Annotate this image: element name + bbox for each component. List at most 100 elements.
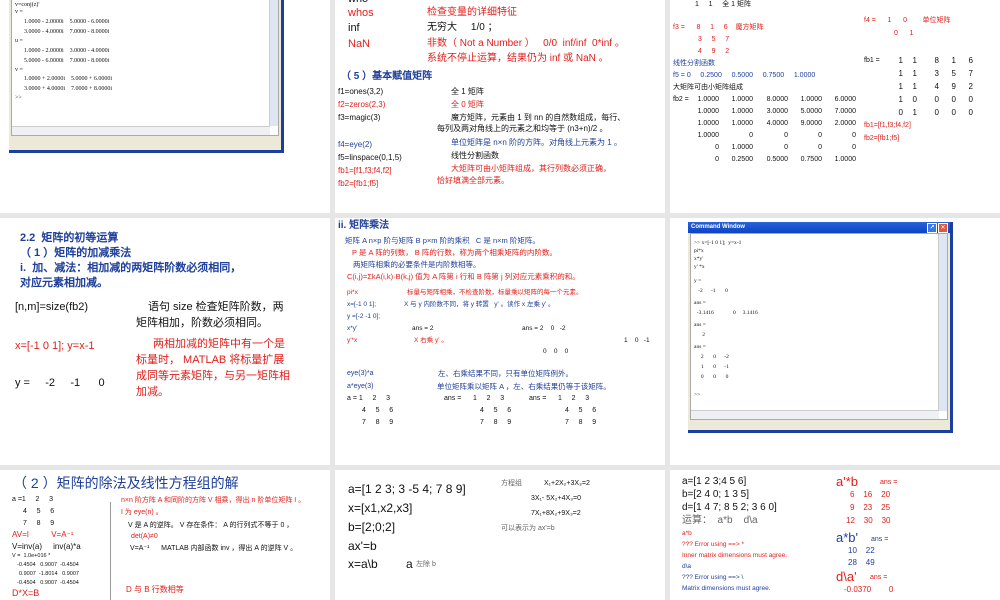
rule-line-4: C(i,j)=ΣkA(i,k)·B(k,j) 值为 A 阵第 i 行和 B 阵第… — [347, 272, 580, 281]
code-f2: f2=zeros(2,3) — [338, 100, 386, 109]
slide-matrix-results: 1 1 全 1 矩阵 f3 = 8 1 6 魔方矩阵 3 5 7 4 9 2 线… — [670, 0, 1000, 213]
ans-a-eye: ans = 1 2 3 — [529, 395, 590, 402]
matrix-cell: 6 — [968, 56, 973, 65]
ans-row: ans = 2 0 -2 — [522, 325, 566, 332]
code-who: who — [348, 0, 368, 5]
ans-row: 28 49 — [848, 558, 875, 567]
slide-linear-equations: a=[1 2 3; 3 -5 4; 7 8 9] x=[x1,x2,x3] b=… — [335, 470, 665, 600]
output-line: v = — [15, 67, 23, 73]
desc-fb2: 恰好填满全部元素。 — [437, 176, 509, 185]
matrix-cell: 1.0000 — [731, 96, 753, 103]
f3-row-2: 3 5 7 — [698, 36, 730, 43]
matrix-cell: 2.0000 — [834, 120, 856, 127]
matrix-cell: 7.0000 — [834, 108, 856, 115]
desc-eye-a: 左、右乘结果不同，只有单位矩阵例外。 — [438, 369, 573, 378]
output-line: v=conj(z)' — [15, 2, 40, 8]
code-x: x=[x1,x2,x3] — [348, 501, 413, 515]
ans-row: 4 5 6 — [565, 407, 597, 414]
desc-f3-2: 每列及两对角线上的元素之和均等于 (n3+n)/2 。 — [437, 124, 608, 133]
command-window: Command Window ↗ ✕ >> x=[-1 0 1]; y=x-1 p… — [688, 222, 953, 433]
dxb-eq: D*X=B — [12, 588, 40, 598]
matrix-cell: 1.0000 — [731, 108, 753, 115]
code-xy: x=[-1 0 1]; y=x-1 — [15, 340, 95, 352]
code-xy: x*y' — [347, 325, 358, 332]
undock-button[interactable]: ↗ — [927, 223, 937, 233]
matrix-cell: 4.0000 — [766, 120, 788, 127]
vertical-scrollbar[interactable] — [269, 0, 278, 126]
desc-scalar-1: 两相加减的矩阵中有一个是 — [153, 338, 285, 350]
output-line: ans = — [694, 344, 706, 350]
matrix-cell: 7 — [968, 69, 973, 78]
matrix-cell: 0 — [784, 144, 788, 151]
code-f1: f1=ones(3,2) — [338, 87, 384, 96]
matrix-a-row: 7 8 9 — [23, 520, 55, 527]
ans-xy: ans = 2 — [412, 325, 434, 332]
ans-label: ans = — [870, 574, 888, 581]
code-a-eye: a*eye(3) — [347, 383, 374, 390]
error-line: Matrix dimensions must agree. — [682, 585, 771, 592]
matrix-cell: 9.0000 — [800, 120, 822, 127]
f5-row: f5 = 0 0.2500 0.5000 0.7500 1.0000 — [673, 72, 816, 79]
matrix-cell: 8.0000 — [766, 96, 788, 103]
ans-label: ans = — [871, 536, 889, 543]
fb2-definition: fb2=[fb1;f5] — [864, 135, 900, 142]
rule-line-2: P 是 A 阵的列数， B 阵的行数，称为两个相乘矩阵的内阶数。 — [352, 248, 557, 257]
desc-f5: 线性分割函数 — [451, 151, 499, 160]
desc-inf: 无穷大 1/0 ； — [427, 22, 498, 33]
big-matrix-label: 大矩阵可由小矩阵组成 — [673, 84, 743, 91]
output-line: -3.1416 0 3.1416 — [694, 310, 758, 316]
output-line: u = — [15, 38, 23, 44]
fb2-label: fb2 = — [673, 96, 689, 103]
desc-scalar-3: 成同等元素矩阵，与另一矩阵相 — [136, 370, 290, 382]
code-ab: a*b — [682, 530, 692, 537]
code-b: b=[2 4 0; 1 3 5] — [682, 489, 749, 500]
ans-row: 12 30 30 — [846, 516, 891, 525]
matrix-cell: 0 — [715, 156, 719, 163]
section-title: （ 2 ）矩阵的除法及线性方程组的解 — [13, 475, 239, 491]
vertical-scrollbar[interactable] — [938, 234, 947, 411]
matrix-a-row: 7 8 9 — [362, 419, 394, 426]
fb1-definition: fb1=[f1,f3;f4,f2] — [864, 122, 911, 129]
f4-row-2: 0 1 — [894, 30, 914, 37]
output-line: 5.0000 - 6.0000i 7.0000 - 8.0000i — [24, 58, 110, 64]
matrix-form: 可以表示为 ax'=b — [501, 525, 555, 532]
output-line: y = — [694, 278, 702, 284]
horizontal-scrollbar[interactable] — [12, 126, 270, 135]
subsection-title: （ 1 ）矩阵的加减乘法 — [20, 247, 132, 259]
ans-row: 7 8 9 — [565, 419, 597, 426]
matrix-cell: 0 — [968, 108, 973, 117]
label-a: a — [406, 557, 413, 571]
matrix-cell: 0.5000 — [766, 156, 788, 163]
horizontal-scrollbar[interactable] — [691, 410, 939, 419]
matrix-cell: 3.0000 — [766, 108, 788, 115]
desc-scalar-2: 标量时， MATLAB 将标量扩展 — [136, 354, 285, 366]
slide-multiply-examples: a=[1 2 3;4 5 6] b=[2 4 0; 1 3 5] d=[1 4 … — [670, 470, 1000, 600]
section-heading: （ 5 ）基本赋值矩阵 — [341, 71, 433, 82]
section-title: ii. 矩阵乘法 — [338, 220, 390, 231]
command-output: v=conj(z)' v = 1.0000 - 2.0000i 5.0000 -… — [11, 0, 279, 136]
matrix-cell: 0 — [852, 144, 856, 151]
matrix-cell: 1.0000 — [800, 96, 822, 103]
matrix-a: a = 1 2 3 — [347, 395, 390, 402]
output-line: v = — [15, 9, 23, 15]
output-line: x*y' — [694, 256, 704, 262]
operations: 运算： a*b d\a — [682, 515, 758, 526]
desc-line: I 为 eye(n) 。 — [121, 509, 163, 516]
code-a: a=[1 2 3;4 5 6] — [682, 476, 747, 487]
matrix-a: a =1 2 3 — [12, 496, 54, 503]
close-button[interactable]: ✕ — [938, 223, 948, 233]
desc-line: det(A)≠0 — [131, 533, 158, 540]
desc-x: X 与 y 内阶数不同，将 y 转置 y' 。读作 x 左乘 y' 。 — [404, 301, 555, 308]
matrix-cell: 0 — [715, 144, 719, 151]
code-yx: y'*x — [347, 337, 358, 344]
code-x: x=[-1 0 1]; — [347, 301, 377, 308]
desc-size-2: 矩阵相加，阶数必须相同。 — [136, 317, 268, 329]
output-line: ans = — [694, 322, 706, 328]
desc-f4: 单位矩阵是 n×n 阶的方阵。对角线上元素为 1 。 — [451, 138, 622, 147]
desc-pix: 标量与矩阵相乘，不检查阶数，标量乘以矩阵的每一个元素。 — [407, 289, 583, 296]
matrix-cell: 0 — [852, 132, 856, 139]
matrix-cell: 5.0000 — [800, 108, 822, 115]
matrix-cell: 0.7500 — [800, 156, 822, 163]
code-inv: V=inv(a) inv(a)*a — [12, 542, 81, 551]
matrix-cell: 0 — [784, 132, 788, 139]
